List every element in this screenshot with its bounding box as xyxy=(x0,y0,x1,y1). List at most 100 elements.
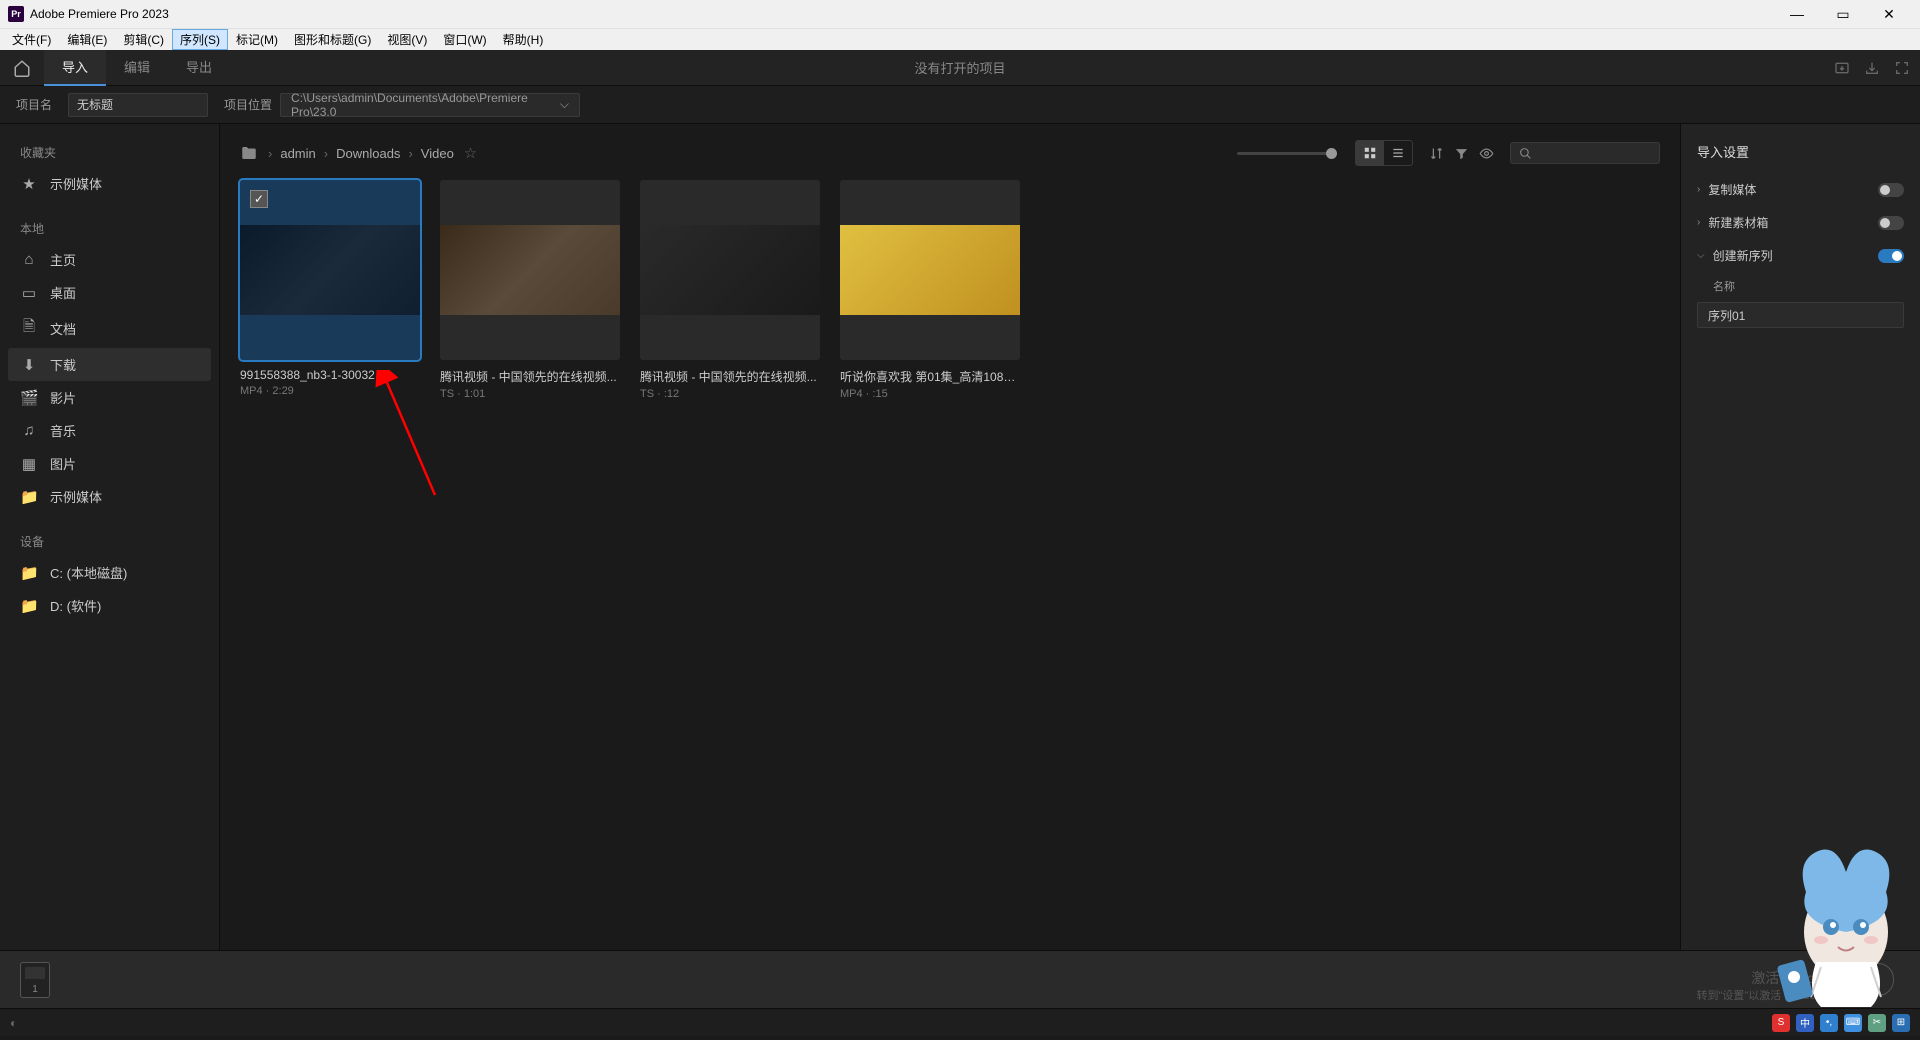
toggle-switch[interactable] xyxy=(1878,216,1904,230)
media-browser: ›admin›Downloads›Video ☆ xyxy=(220,124,1680,950)
thumbnail-image xyxy=(840,180,1020,360)
setting-label: 复制媒体 xyxy=(1708,181,1756,198)
menu-item[interactable]: 帮助(H) xyxy=(495,29,552,50)
sidebar-item-label: 示例媒体 xyxy=(50,487,102,506)
sidebar-item[interactable]: ★示例媒体 xyxy=(0,167,219,200)
project-name-input[interactable] xyxy=(68,93,208,117)
minimize-button[interactable]: — xyxy=(1774,0,1820,28)
tray-icon-ime[interactable]: 中 xyxy=(1796,1014,1814,1032)
sidebar-item[interactable]: 🎬影片 xyxy=(0,381,219,414)
thumbnail-meta: MP4 · :15 xyxy=(840,388,1020,400)
bottom-bar: 1 激活 Windows 转到"设置"以激活 Windows。 创建 xyxy=(0,950,1920,1008)
menu-item[interactable]: 文件(F) xyxy=(4,29,59,50)
tray-icon-sogou[interactable]: S xyxy=(1772,1014,1790,1032)
sidebar-item[interactable]: ⬇下载 xyxy=(8,348,211,381)
sidebar-item[interactable]: 📁C: (本地磁盘) xyxy=(0,556,219,589)
watermark-line1: 激活 Windows xyxy=(1697,969,1841,989)
checkbox-checked-icon[interactable]: ✓ xyxy=(250,190,268,208)
grid-view-button[interactable] xyxy=(1356,141,1384,165)
menu-item[interactable]: 剪辑(C) xyxy=(115,29,172,50)
window-controls: — ▭ ✕ xyxy=(1774,0,1912,28)
windows-activation-watermark: 激活 Windows 转到"设置"以激活 Windows。 xyxy=(1697,969,1841,1004)
menu-item[interactable]: 编辑(E) xyxy=(59,29,115,50)
main-area: 收藏夹 ★示例媒体 本地 ⌂主页▭桌面🗎文档⬇下载🎬影片♫音乐▦图片📁示例媒体 … xyxy=(0,124,1920,950)
sidebar-item-icon: ▦ xyxy=(20,455,38,473)
sidebar-item[interactable]: ▭ 桌面 xyxy=(0,276,219,309)
search-icon xyxy=(1519,147,1532,160)
tray-icon-punct[interactable]: •, xyxy=(1820,1014,1838,1032)
create-button[interactable]: 创建 xyxy=(1826,963,1894,996)
media-thumbnail[interactable]: 腾讯视频 - 中国领先的在线视频... TS · :12 xyxy=(640,180,820,400)
chevron-down-icon: ⌵ xyxy=(1697,250,1705,261)
project-location-label: 项目位置 xyxy=(224,96,272,113)
search-box[interactable] xyxy=(1510,142,1660,164)
fullscreen-icon[interactable] xyxy=(1894,60,1910,76)
maximize-button[interactable]: ▭ xyxy=(1820,0,1866,28)
sidebar-item-label: 桌面 xyxy=(50,283,76,302)
view-toggle xyxy=(1355,140,1413,166)
media-thumbnail[interactable]: 听说你喜欢我 第01集_高清1080P... MP4 · :15 xyxy=(840,180,1020,400)
preview-eye-icon[interactable] xyxy=(1479,146,1494,161)
filter-icon[interactable] xyxy=(1454,146,1469,161)
chevron-right-icon: › xyxy=(408,146,412,161)
thumbnail-name: 腾讯视频 - 中国领先的在线视频... xyxy=(640,368,820,385)
folder-icon[interactable] xyxy=(240,144,258,162)
sidebar-item-label: 示例媒体 xyxy=(50,174,102,193)
sidebar-item[interactable]: ♫音乐 xyxy=(0,414,219,447)
breadcrumb-item[interactable]: Downloads xyxy=(336,146,400,161)
nav-tab[interactable]: 导出 xyxy=(168,50,230,86)
breadcrumb-item[interactable]: admin xyxy=(280,146,315,161)
bin-count: 1 xyxy=(32,984,38,995)
sidebar-item[interactable]: 📁示例媒体 xyxy=(0,480,219,513)
sort-icon[interactable] xyxy=(1429,146,1444,161)
sidebar-item-label: 影片 xyxy=(50,388,76,407)
menu-item[interactable]: 标记(M) xyxy=(228,29,286,50)
import-quick-icon[interactable] xyxy=(1834,60,1850,76)
toggle-switch[interactable] xyxy=(1878,249,1904,263)
menu-item[interactable]: 窗口(W) xyxy=(435,29,494,50)
sidebar-item[interactable]: 📁D: (软件) xyxy=(0,589,219,622)
search-input[interactable] xyxy=(1538,146,1651,160)
tray-icon-tool[interactable]: ✂ xyxy=(1868,1014,1886,1032)
sidebar-item-label: 图片 xyxy=(50,454,76,473)
share-icon[interactable] xyxy=(1864,60,1880,76)
sequence-name-input[interactable] xyxy=(1697,302,1904,328)
project-location-select[interactable]: C:\Users\admin\Documents\Adobe\Premiere … xyxy=(280,93,580,117)
setting-label: 新建素材箱 xyxy=(1708,214,1768,231)
favorite-star-icon[interactable]: ☆ xyxy=(464,144,477,162)
setting-label: 创建新序列 xyxy=(1713,247,1773,264)
selection-bin[interactable]: 1 xyxy=(20,962,50,998)
menu-item[interactable]: 序列(S) xyxy=(172,29,228,50)
thumbnail-name: 991558388_nb3-1-30032 xyxy=(240,368,420,382)
sidebar-item[interactable]: 🗎文档 xyxy=(0,309,219,348)
status-indicator-icon: ◐ xyxy=(10,1016,17,1030)
browser-toolbar: ›admin›Downloads›Video ☆ xyxy=(240,140,1660,166)
sidebar-item-icon: ▭ xyxy=(20,284,38,302)
toggle-switch[interactable] xyxy=(1878,183,1904,197)
tray-icon-keyboard[interactable]: ⌨ xyxy=(1844,1014,1862,1032)
tray-icon-grid[interactable]: ⊞ xyxy=(1892,1014,1910,1032)
window-title: Adobe Premiere Pro 2023 xyxy=(30,7,169,21)
sidebar-item-label: 音乐 xyxy=(50,421,76,440)
list-view-button[interactable] xyxy=(1384,141,1412,165)
sidebar-item[interactable]: ⌂主页 xyxy=(0,243,219,276)
thumbnail-size-slider[interactable] xyxy=(1237,152,1337,155)
menu-item[interactable]: 图形和标题(G) xyxy=(286,29,379,50)
media-thumbnail[interactable]: ✓ 991558388_nb3-1-30032 MP4 · 2:29 xyxy=(240,180,420,400)
sidebar-section-local: 本地 xyxy=(0,212,219,243)
home-icon[interactable] xyxy=(0,59,44,77)
sidebar-item-icon: 📁 xyxy=(20,564,38,582)
import-setting-row[interactable]: ⌵ 创建新序列 xyxy=(1681,239,1920,272)
thumbnail-image xyxy=(640,180,820,360)
breadcrumb-item[interactable]: Video xyxy=(421,146,454,161)
status-bar: ◐ S 中 •, ⌨ ✂ ⊞ xyxy=(0,1008,1920,1036)
nav-tab[interactable]: 导入 xyxy=(44,50,106,86)
import-setting-row[interactable]: › 复制媒体 xyxy=(1681,173,1920,206)
media-thumbnail[interactable]: 腾讯视频 - 中国领先的在线视频... TS · 1:01 xyxy=(440,180,620,400)
close-button[interactable]: ✕ xyxy=(1866,0,1912,28)
import-setting-row[interactable]: › 新建素材箱 xyxy=(1681,206,1920,239)
sidebar-item[interactable]: ▦ 图片 xyxy=(0,447,219,480)
nav-tab[interactable]: 编辑 xyxy=(106,50,168,86)
chevron-down-icon: ⌵ xyxy=(560,97,569,112)
menu-item[interactable]: 视图(V) xyxy=(379,29,435,50)
